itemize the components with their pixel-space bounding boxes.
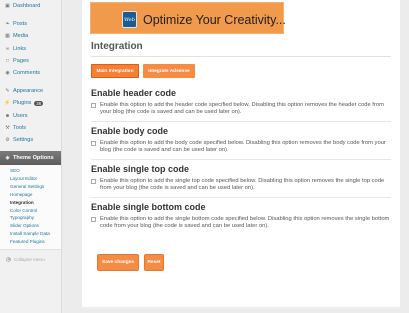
enable-single-top-code-checkbox[interactable] [91,179,96,184]
submenu-item-integration[interactable]: Integration [0,199,61,207]
theme-options-icon: ◈ [5,155,10,162]
banner-title: Optimize Your Creativity... [143,13,286,27]
submenu-item-featured-plugins[interactable]: Featured Plugins [0,238,61,246]
settings-icon: ⚙ [5,136,10,143]
collapse-arrow-icon: ◀ [6,256,11,262]
menu-label: Posts [13,21,27,28]
section-heading: Enable single top code [91,164,190,174]
option-row: Enable this option to add the single bot… [91,216,391,230]
section-heading: Enable single bottom code [91,202,206,212]
save-changes-button[interactable]: Save changes [97,254,139,271]
submenu-item-layout-editor[interactable]: Layout Editor [0,175,61,183]
plugins-update-badge: 36 [34,100,44,107]
reset-button[interactable]: Reset [144,254,164,271]
page-title: Integration [91,41,143,52]
menu-item-theme-options[interactable]: ◈ Theme Options [0,151,61,166]
tab-integrate-adsense[interactable]: Integrate Adsense [143,64,195,78]
admin-sidebar: ▣ Dashboard ❧ Posts ▦ Media ∞ Links □ Pages ◉… [0,0,62,313]
title-divider [91,56,391,57]
plug-icon: ⚡ [4,100,11,107]
collapse-menu-button[interactable]: ◀ Collapse menu [0,255,61,264]
submenu-item-install-sample-data[interactable]: Install Sample Data [0,230,61,238]
page-icon: □ [5,57,10,64]
media-icon: ▦ [5,33,10,40]
option-description: Enable this option to add the body code … [100,140,386,154]
menu-label: Media [13,33,29,40]
enable-body-code-checkbox[interactable] [91,141,96,146]
enable-single-bottom-code-checkbox[interactable] [91,217,96,222]
menu-label: Tools [13,124,27,131]
option-row: Enable this option to add the single top… [91,178,391,192]
theme-options-panel: Web Optimize Your Creativity... Integrat… [82,0,400,307]
menu-label: Plugins [13,100,32,107]
option-row: Enable this option to add the body code … [91,140,391,154]
web-logo: Web [122,11,137,28]
submenu-item-slider-options[interactable]: Slider Options [0,222,61,230]
collapse-menu-label: Collapse menu [14,256,45,262]
section-header-code: Enable header code Enable this option to… [91,88,391,123]
option-description: Enable this option to add the single top… [100,178,385,192]
menu-item-settings[interactable]: ⚙ Settings [0,134,61,146]
submenu-item-homepage[interactable]: Homepage [0,191,61,199]
menu-label: Appearance [13,88,44,95]
section-single-bottom-code: Enable single bottom code Enable this op… [91,202,391,230]
pin-icon: ❧ [5,21,10,28]
dashboard-icon: ▣ [5,3,10,10]
section-body-code: Enable body code Enable this option to a… [91,126,391,161]
menu-label: Dashboard [13,3,41,10]
menu-item-users[interactable]: ☻ Users [0,110,61,122]
menu-item-links[interactable]: ∞ Links [0,43,61,55]
theme-banner: Web Optimize Your Creativity... [90,2,286,34]
menu-label: Settings [13,136,34,143]
section-single-top-code: Enable single top code Enable this optio… [91,164,391,199]
menu-item-media[interactable]: ▦ Media [0,30,61,42]
brush-icon: ✎ [5,88,10,95]
submenu-item-color-control[interactable]: Color Control [0,207,61,215]
admin-menu: ▣ Dashboard ❧ Posts ▦ Media ∞ Links □ Pages ◉… [0,0,61,146]
menu-item-plugins[interactable]: ⚡ Plugins 36 [0,97,61,109]
section-heading: Enable header code [91,88,177,98]
menu-item-comments[interactable]: ◉ Comments [0,67,61,79]
theme-options-label: Theme Options [13,155,54,162]
menu-item-dashboard[interactable]: ▣ Dashboard [0,0,61,12]
option-row: Enable this option to add the header cod… [91,102,391,116]
menu-label: Comments [13,70,41,77]
section-heading: Enable body code [91,126,169,136]
enable-header-code-checkbox[interactable] [91,103,96,108]
wrench-icon: ⚒ [5,124,10,131]
section-divider [91,159,391,161]
submenu-item-general-settings[interactable]: General Settings [0,183,61,191]
comment-icon: ◉ [5,70,10,77]
tab-main-integration[interactable]: Main Integration [91,64,139,78]
user-icon: ☻ [4,112,11,119]
menu-label: Users [13,112,28,119]
option-description: Enable this option to add the header cod… [100,102,384,116]
submenu-item-seo[interactable]: SEO [0,167,61,175]
submenu-item-typography[interactable]: Typography [0,214,61,222]
section-divider [91,121,391,123]
section-divider [91,197,391,199]
menu-item-appearance[interactable]: ✎ Appearance [0,85,61,97]
menu-item-tools[interactable]: ⚒ Tools [0,122,61,134]
menu-label: Links [13,45,27,52]
menu-item-posts[interactable]: ❧ Posts [0,18,61,30]
menu-item-pages[interactable]: □ Pages [0,55,61,67]
theme-options-submenu: SEO Layout Editor General Settings Homep… [0,165,61,250]
option-description: Enable this option to add the single bot… [100,216,390,230]
menu-label: Pages [13,57,29,64]
link-icon: ∞ [5,45,10,52]
